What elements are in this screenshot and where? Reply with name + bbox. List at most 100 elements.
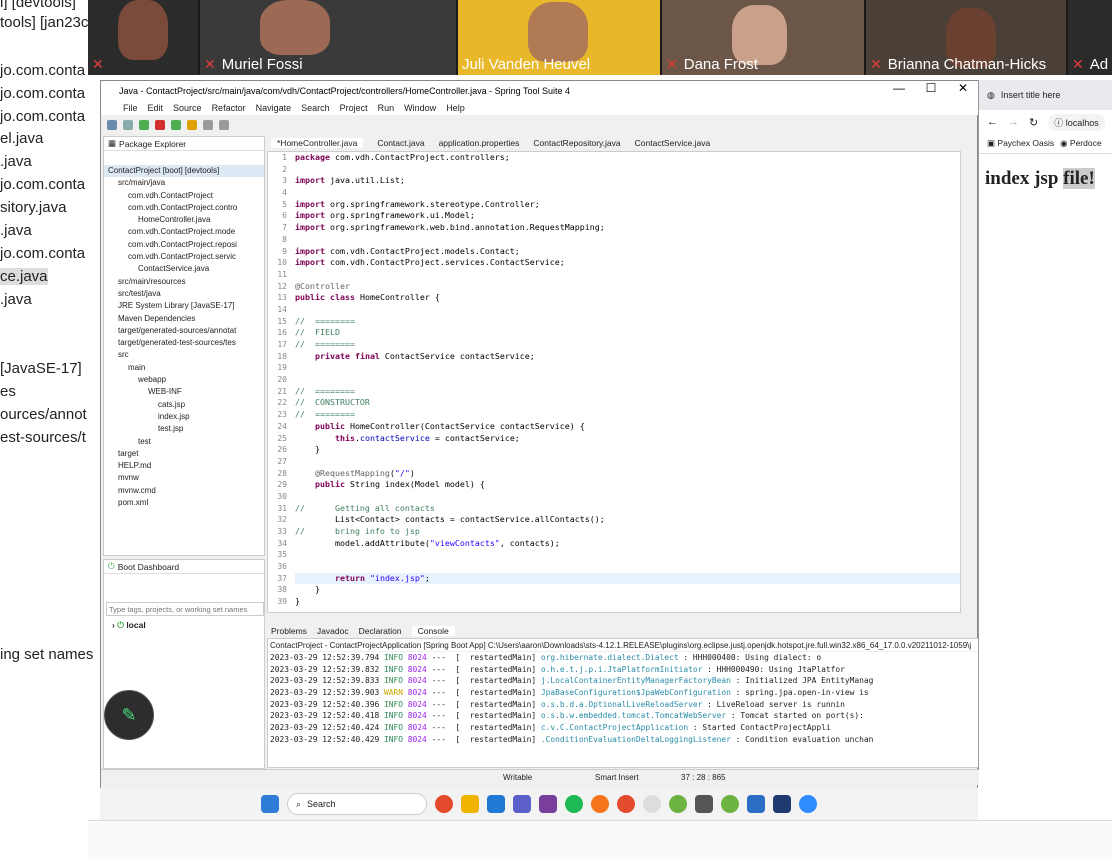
tree-item[interactable]: src/main/resources (104, 276, 264, 288)
tree-item[interactable]: test (104, 436, 264, 448)
tree-item[interactable]: HomeController.java (104, 214, 264, 226)
menu-window[interactable]: Window (404, 103, 436, 113)
reload-icon[interactable]: ↻ (1029, 116, 1038, 129)
code-line[interactable]: // CONSTRUCTOR (295, 397, 960, 409)
tree-item[interactable]: main (104, 362, 264, 374)
code-line[interactable]: // FIELD (295, 327, 960, 339)
code-line[interactable] (295, 304, 960, 316)
code-line[interactable] (295, 234, 960, 246)
code-line[interactable]: import java.util.List; (295, 175, 960, 187)
tree-item[interactable]: cats.jsp (104, 399, 264, 411)
editor-tab[interactable]: ContactRepository.java (533, 138, 620, 148)
editor-tab[interactable]: application.properties (439, 138, 520, 148)
forward-arrow-icon[interactable]: → (1008, 116, 1019, 128)
code-line[interactable]: private final ContactService contactServ… (295, 351, 960, 363)
code-line[interactable]: } (295, 584, 960, 596)
code-line[interactable]: model.addAttribute("viewContacts", conta… (295, 538, 960, 550)
tree-item[interactable]: pom.xml (104, 497, 264, 509)
tree-item[interactable]: mvnw.cmd (104, 485, 264, 497)
code-editor[interactable]: 1 2 3 4 5 6 7 8 9 10 11 12 13 14 15 16 17 18 19 20 21 22 23 24 2… (267, 151, 961, 613)
code-line[interactable]: @RequestMapping("/") (295, 468, 960, 480)
slack-icon[interactable] (539, 795, 557, 813)
participant-tile-5[interactable]: ✕ Ad (1068, 0, 1112, 75)
code-line[interactable] (295, 549, 960, 561)
code-line[interactable]: package com.vdh.ContactProject.controlle… (295, 152, 960, 164)
editor-tab[interactable]: ContactService.java (635, 138, 711, 148)
open-type-icon[interactable] (187, 120, 197, 130)
code-line[interactable]: // Getting all contacts (295, 503, 960, 515)
code-line[interactable]: import org.springframework.ui.Model; (295, 210, 960, 222)
participant-tile-1[interactable]: ✕ Muriel Fossi (200, 0, 456, 75)
emoji-icon[interactable] (643, 795, 661, 813)
vscode-icon[interactable] (487, 795, 505, 813)
code-line[interactable]: // ======== (295, 409, 960, 421)
tree-item[interactable]: ContactService.java (104, 263, 264, 275)
menu-file[interactable]: File (123, 103, 138, 113)
tree-item[interactable]: target (104, 448, 264, 460)
tree-item[interactable]: src (104, 349, 264, 361)
console-tab[interactable]: Problems (271, 626, 307, 636)
bookmark-perdoce[interactable]: ◉ Perdoce (1060, 138, 1101, 149)
code-line[interactable] (295, 269, 960, 281)
tree-item[interactable]: JRE System Library [JavaSE-17] (104, 300, 264, 312)
app-icon[interactable] (695, 795, 713, 813)
run-icon[interactable] (139, 120, 149, 130)
participant-tile-4[interactable]: ✕ Brianna Chatman-Hicks (866, 0, 1066, 75)
code-line[interactable]: // ======== (295, 339, 960, 351)
zoom-icon[interactable] (799, 795, 817, 813)
terminal-icon[interactable] (773, 795, 791, 813)
tree-item[interactable]: src/test/java (104, 288, 264, 300)
menu-help[interactable]: Help (446, 103, 465, 113)
code-line[interactable]: List<Contact> contacts = contactService.… (295, 514, 960, 526)
tree-item[interactable]: src/main/java (104, 177, 264, 189)
tree-item[interactable]: ContactProject [boot] [devtools] (104, 165, 264, 178)
participant-tile[interactable]: ✕ (88, 0, 198, 75)
bookmark-paychex[interactable]: ▣ Paychex Oasis (987, 138, 1054, 149)
file-explorer-icon[interactable] (461, 795, 479, 813)
code-area[interactable]: package com.vdh.ContactProject.controlle… (295, 152, 960, 608)
console-tab[interactable]: Declaration (359, 626, 402, 636)
spotify-icon[interactable] (565, 795, 583, 813)
code-line[interactable]: public HomeController(ContactService con… (295, 421, 960, 433)
code-line[interactable]: @Controller (295, 281, 960, 293)
editor-tab[interactable]: *HomeController.java (271, 138, 364, 148)
code-line[interactable] (295, 187, 960, 199)
taskbar-search[interactable]: ⌕ Search (287, 793, 427, 815)
code-line[interactable]: // bring info to jsp (295, 526, 960, 538)
console-tab[interactable]: Javadoc (317, 626, 349, 636)
tree-item[interactable]: com.vdh.ContactProject.servic (104, 251, 264, 263)
code-line[interactable]: import org.springframework.stereotype.Co… (295, 199, 960, 211)
menu-search[interactable]: Search (301, 103, 330, 113)
spring-icon[interactable] (669, 795, 687, 813)
forward-icon[interactable] (219, 120, 229, 130)
menu-navigate[interactable]: Navigate (256, 103, 292, 113)
save-icon[interactable] (123, 120, 133, 130)
minimize-icon[interactable]: — (884, 81, 914, 95)
address-bar[interactable]: ⓘ localhos (1048, 113, 1105, 131)
tree-item[interactable]: webapp (104, 374, 264, 386)
annotate-pencil-button[interactable]: ✎ (104, 690, 154, 740)
maximize-icon[interactable]: ☐ (916, 81, 946, 95)
menu-source[interactable]: Source (173, 103, 202, 113)
debug-icon[interactable] (171, 120, 181, 130)
code-line[interactable] (295, 362, 960, 374)
participant-tile-3[interactable]: ✕ Dana Frost (662, 0, 864, 75)
menu-run[interactable]: Run (378, 103, 395, 113)
teams-icon[interactable] (513, 795, 531, 813)
chrome-profile-icon[interactable] (617, 795, 635, 813)
code-line[interactable]: public String index(Model model) { (295, 479, 960, 491)
back-arrow-icon[interactable]: ← (987, 116, 998, 128)
boot-filter-input[interactable] (106, 602, 264, 616)
code-line[interactable] (295, 164, 960, 176)
code-line[interactable]: // ======== (295, 386, 960, 398)
code-line[interactable]: // ======== (295, 316, 960, 328)
code-line[interactable] (295, 491, 960, 503)
code-line[interactable]: import com.vdh.ContactProject.models.Con… (295, 246, 960, 258)
code-line[interactable]: public class HomeController { (295, 292, 960, 304)
brave-icon[interactable] (591, 795, 609, 813)
menu-refactor[interactable]: Refactor (212, 103, 246, 113)
start-icon[interactable] (261, 795, 279, 813)
chrome-icon[interactable] (435, 795, 453, 813)
browser-tab[interactable]: ◍ Insert title here (979, 80, 1112, 110)
code-line[interactable] (295, 456, 960, 468)
